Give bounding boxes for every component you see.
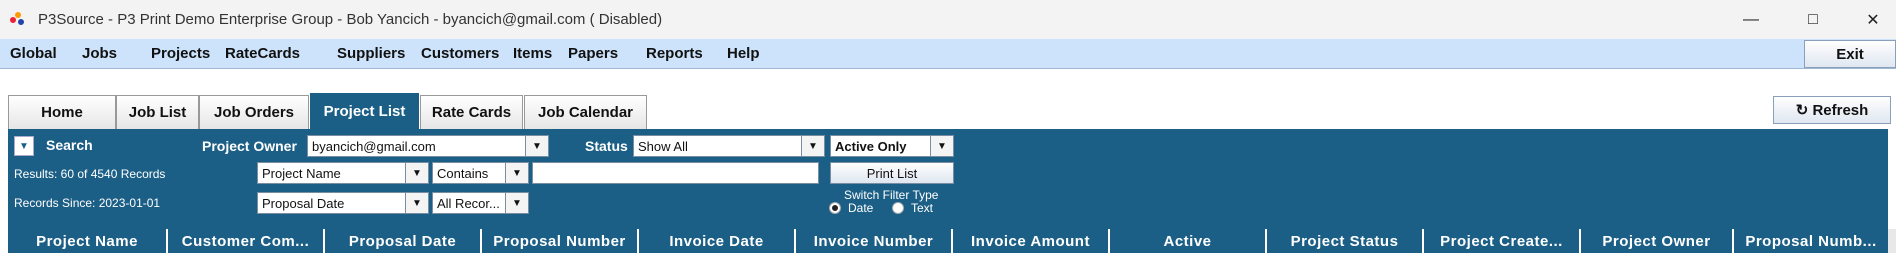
menu-reports[interactable]: Reports xyxy=(646,45,703,62)
menu-papers[interactable]: Papers xyxy=(568,45,618,62)
tab-project-list[interactable]: Project List xyxy=(310,93,419,129)
menu-suppliers[interactable]: Suppliers xyxy=(337,45,405,62)
refresh-button[interactable]: ↻ Refresh xyxy=(1773,96,1891,124)
menu-projects[interactable]: Projects xyxy=(151,45,210,62)
menu-items[interactable]: Items xyxy=(513,45,552,62)
column-header[interactable]: Invoice Date xyxy=(639,229,796,253)
date-field-value: Proposal Date xyxy=(262,196,345,211)
chevron-down-icon: ▼ xyxy=(505,163,528,183)
chevron-down-icon: ▼ xyxy=(505,193,528,213)
menu-customers[interactable]: Customers xyxy=(421,45,499,62)
text-radio-label: Text xyxy=(911,201,934,215)
chevron-down-icon: ▼ xyxy=(801,136,824,156)
exit-button[interactable]: Exit xyxy=(1804,40,1896,68)
title-bar: P3Source - P3 Print Demo Enterprise Grou… xyxy=(0,0,1896,39)
tab-home[interactable]: Home xyxy=(8,95,116,129)
menu-jobs[interactable]: Jobs xyxy=(82,45,117,62)
print-list-button[interactable]: Print List xyxy=(830,162,954,184)
column-header[interactable]: Proposal Date xyxy=(325,229,482,253)
tab-rate-cards[interactable]: Rate Cards xyxy=(420,95,523,129)
menu-help[interactable]: Help xyxy=(727,45,760,62)
search-panel: ▼ Search Project Owner byancich@gmail.co… xyxy=(8,129,1888,229)
text-radio[interactable] xyxy=(892,202,904,214)
project-owner-select[interactable]: byancich@gmail.com ▼ xyxy=(307,135,549,157)
vertical-scrollbar[interactable] xyxy=(1888,229,1896,253)
minimize-icon[interactable]: — xyxy=(1728,0,1774,39)
column-header[interactable]: Customer Com... xyxy=(168,229,325,253)
column-header[interactable]: Project Name xyxy=(8,229,168,253)
status-label: Status xyxy=(585,138,628,154)
chevron-down-icon: ▼ xyxy=(525,136,548,156)
project-owner-label: Project Owner xyxy=(202,138,297,154)
filter-field-select[interactable]: Project Name ▼ xyxy=(257,162,429,184)
project-owner-value: byancich@gmail.com xyxy=(312,139,436,154)
column-header[interactable]: Project Status xyxy=(1267,229,1424,253)
column-header[interactable]: Active xyxy=(1110,229,1267,253)
records-since: Records Since: 2023-01-01 xyxy=(14,196,161,210)
chevron-down-icon: ▼ xyxy=(930,136,953,156)
tab-job-orders[interactable]: Job Orders xyxy=(199,95,309,129)
date-range-value: All Recor... xyxy=(437,196,500,211)
active-filter-select[interactable]: Active Only ▼ xyxy=(830,135,954,157)
menu-ratecards[interactable]: RateCards xyxy=(225,45,300,62)
column-header[interactable]: Project Create... xyxy=(1424,229,1581,253)
date-field-select[interactable]: Proposal Date ▼ xyxy=(257,192,429,214)
column-header[interactable]: Invoice Number xyxy=(796,229,953,253)
chevron-down-icon: ▼ xyxy=(405,193,428,213)
app-logo-icon xyxy=(10,12,26,28)
collapse-search-icon[interactable]: ▼ xyxy=(14,136,34,156)
window-title: P3Source - P3 Print Demo Enterprise Grou… xyxy=(38,11,663,28)
menu-bar: Global Jobs Projects RateCards Suppliers… xyxy=(0,39,1896,69)
table-header: Project Name Customer Com... Proposal Da… xyxy=(8,229,1888,253)
menu-global[interactable]: Global xyxy=(10,45,57,62)
tab-job-calendar[interactable]: Job Calendar xyxy=(524,95,647,129)
column-header[interactable]: Proposal Number xyxy=(482,229,639,253)
filter-operator-select[interactable]: Contains ▼ xyxy=(432,162,529,184)
tab-job-list[interactable]: Job List xyxy=(116,95,199,129)
status-select[interactable]: Show All ▼ xyxy=(633,135,825,157)
column-header[interactable]: Proposal Numb... xyxy=(1734,229,1888,253)
column-header[interactable]: Project Owner xyxy=(1581,229,1734,253)
status-value: Show All xyxy=(638,139,688,154)
search-label: Search xyxy=(46,137,93,153)
column-header[interactable]: Invoice Amount xyxy=(953,229,1110,253)
filter-operator-value: Contains xyxy=(437,166,489,181)
maximize-icon[interactable]: □ xyxy=(1790,0,1836,39)
switch-filter-label: Switch Filter Type xyxy=(844,188,939,202)
chevron-down-icon: ▼ xyxy=(405,163,428,183)
date-radio[interactable] xyxy=(829,202,841,214)
date-range-select[interactable]: All Recor... ▼ xyxy=(432,192,529,214)
tab-strip: Home Job List Job Orders Project List Ra… xyxy=(0,69,1896,129)
search-input[interactable] xyxy=(532,162,819,184)
filter-field-value: Project Name xyxy=(262,166,341,181)
close-icon[interactable]: ✕ xyxy=(1850,0,1896,39)
date-radio-label: Date xyxy=(848,201,874,215)
active-filter-value: Active Only xyxy=(835,139,907,154)
results-count: Results: 60 of 4540 Records xyxy=(14,167,166,181)
